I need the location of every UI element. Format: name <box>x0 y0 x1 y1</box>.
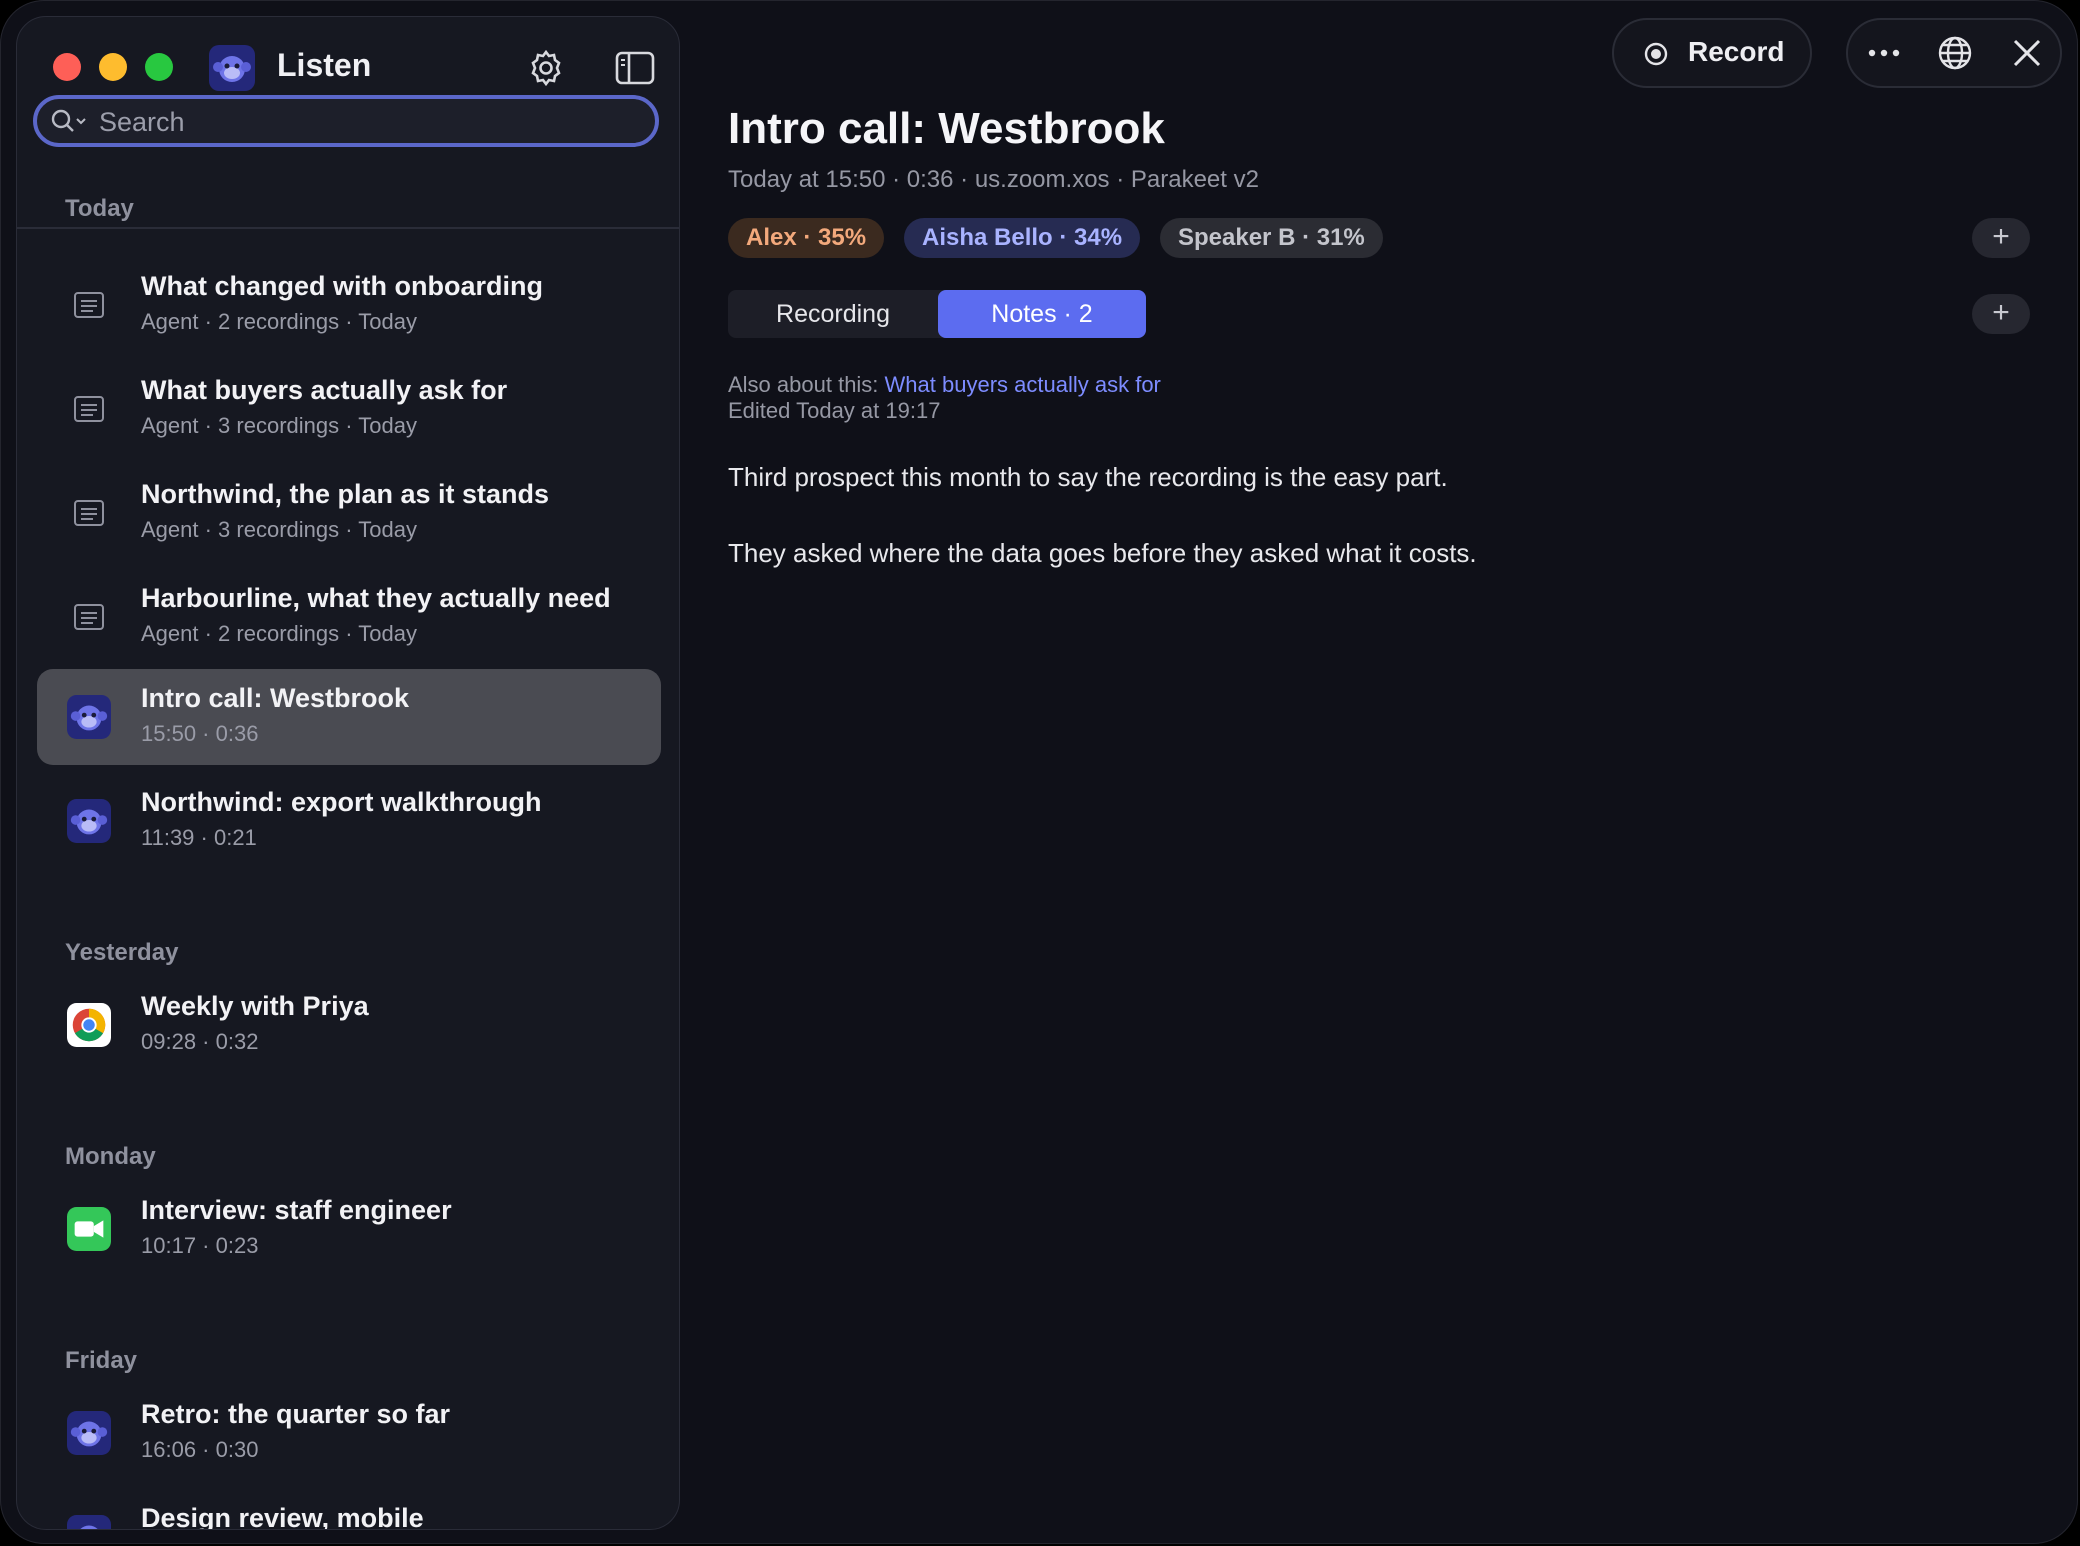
globe-icon[interactable] <box>1936 34 1974 72</box>
chrome-icon <box>67 1003 111 1047</box>
note-paragraph[interactable]: They asked where the data goes before th… <box>728 538 1477 569</box>
add-speaker-button[interactable]: + <box>1972 218 2030 258</box>
item-title: Northwind: export walkthrough <box>141 787 542 817</box>
document-icon <box>74 500 104 526</box>
item-subtitle: 15:50 · 0:36 <box>141 721 259 746</box>
gear-icon[interactable] <box>527 49 565 87</box>
document-icon <box>74 396 104 422</box>
speaker-chip-alex[interactable]: Alex · 35% <box>728 218 885 258</box>
listen-app-icon <box>67 799 111 843</box>
list-item-selected[interactable]: Intro call: Westbrook 15:50 · 0:36 <box>37 669 661 765</box>
edited-timestamp: Edited Today at 19:17 <box>728 398 941 423</box>
related-note-link[interactable]: What buyers actually ask for <box>885 372 1161 397</box>
speaker-chip-speaker-b[interactable]: Speaker B · 31% <box>1160 218 1383 258</box>
record-button[interactable]: Record <box>1612 18 1812 88</box>
item-subtitle: Agent · 3 recordings · Today <box>141 413 417 438</box>
recording-meta: Today at 15:50 · 0:36 · us.zoom.xos · Pa… <box>728 166 1259 193</box>
list-item[interactable]: What buyers actually ask for Agent · 3 r… <box>37 361 661 457</box>
sidebar-toggle-icon[interactable] <box>615 51 655 85</box>
section-label-monday: Monday <box>65 1143 156 1170</box>
list-item[interactable]: Harbourline, what they actually need Age… <box>37 569 661 665</box>
app-title: Listen <box>277 47 372 83</box>
divider <box>17 227 679 229</box>
section-label-yesterday: Yesterday <box>65 939 179 966</box>
list-item[interactable]: Interview: staff engineer 10:17 · 0:23 <box>37 1181 661 1277</box>
sidebar: Listen Today <box>16 16 680 1530</box>
listen-app-icon <box>67 1411 111 1455</box>
search-input[interactable] <box>97 103 641 141</box>
listen-app-icon <box>209 45 255 91</box>
item-subtitle: 16:06 · 0:30 <box>141 1437 259 1462</box>
search-field[interactable] <box>33 95 659 147</box>
item-title: Northwind, the plan as it stands <box>141 479 550 509</box>
zoom-window-button[interactable] <box>145 53 173 81</box>
document-icon <box>74 292 104 318</box>
close-window-button[interactable] <box>53 53 81 81</box>
related-note: Also about this: What buyers actually as… <box>728 372 1161 398</box>
item-subtitle: 09:28 · 0:32 <box>141 1029 259 1054</box>
listen-app-icon <box>67 695 111 739</box>
item-subtitle: 10:17 · 0:23 <box>141 1233 259 1258</box>
section-label-friday: Friday <box>65 1347 138 1374</box>
item-title: What changed with onboarding <box>141 271 543 301</box>
item-title: Interview: staff engineer <box>141 1195 452 1225</box>
item-subtitle: Agent · 3 recordings · Today <box>141 517 417 542</box>
item-title: Weekly with Priya <box>141 991 369 1021</box>
related-note-prefix: Also about this: <box>728 372 885 397</box>
facetime-icon <box>67 1207 111 1251</box>
list-item[interactable]: Northwind, the plan as it stands Agent ·… <box>37 465 661 561</box>
item-title: Harbourline, what they actually need <box>141 583 611 613</box>
toolbar-group <box>1846 18 2062 88</box>
tab-notes[interactable]: Notes · 2 <box>938 290 1146 338</box>
add-note-button[interactable]: + <box>1972 294 2030 334</box>
search-icon <box>51 109 86 132</box>
item-title: Intro call: Westbrook <box>141 683 410 713</box>
item-title: Design review, mobile <box>141 1503 424 1530</box>
item-subtitle: 11:39 · 0:21 <box>141 825 257 850</box>
list-item[interactable]: What changed with onboarding Agent · 2 r… <box>37 257 661 353</box>
app-window: Listen Today <box>0 0 2078 1544</box>
list-item[interactable]: Retro: the quarter so far 16:06 · 0:30 <box>37 1385 661 1481</box>
listen-app-icon <box>67 1515 111 1529</box>
note-paragraph[interactable]: Third prospect this month to say the rec… <box>728 462 1448 493</box>
record-icon <box>1644 42 1668 66</box>
document-icon <box>74 604 104 630</box>
tab-recording[interactable]: Recording <box>728 290 938 338</box>
item-subtitle: Agent · 2 recordings · Today <box>141 309 417 334</box>
list-item[interactable]: Weekly with Priya 09:28 · 0:32 <box>37 977 661 1073</box>
speaker-chip-aisha-bello[interactable]: Aisha Bello · 34% <box>904 218 1141 258</box>
record-label: Record <box>1688 36 1785 67</box>
close-icon[interactable] <box>2010 36 2044 70</box>
minimize-window-button[interactable] <box>99 53 127 81</box>
list-item[interactable]: Design review, mobile <box>37 1489 661 1530</box>
item-title: Retro: the quarter so far <box>141 1399 451 1429</box>
view-tabs: Recording Notes · 2 <box>728 290 1146 338</box>
section-label-today: Today <box>65 195 134 222</box>
page-title: Intro call: Westbrook <box>728 104 1165 153</box>
item-subtitle: Agent · 2 recordings · Today <box>141 621 417 646</box>
more-icon[interactable] <box>1866 38 1902 68</box>
list-item[interactable]: Northwind: export walkthrough 11:39 · 0:… <box>37 773 661 869</box>
item-title: What buyers actually ask for <box>141 375 508 405</box>
